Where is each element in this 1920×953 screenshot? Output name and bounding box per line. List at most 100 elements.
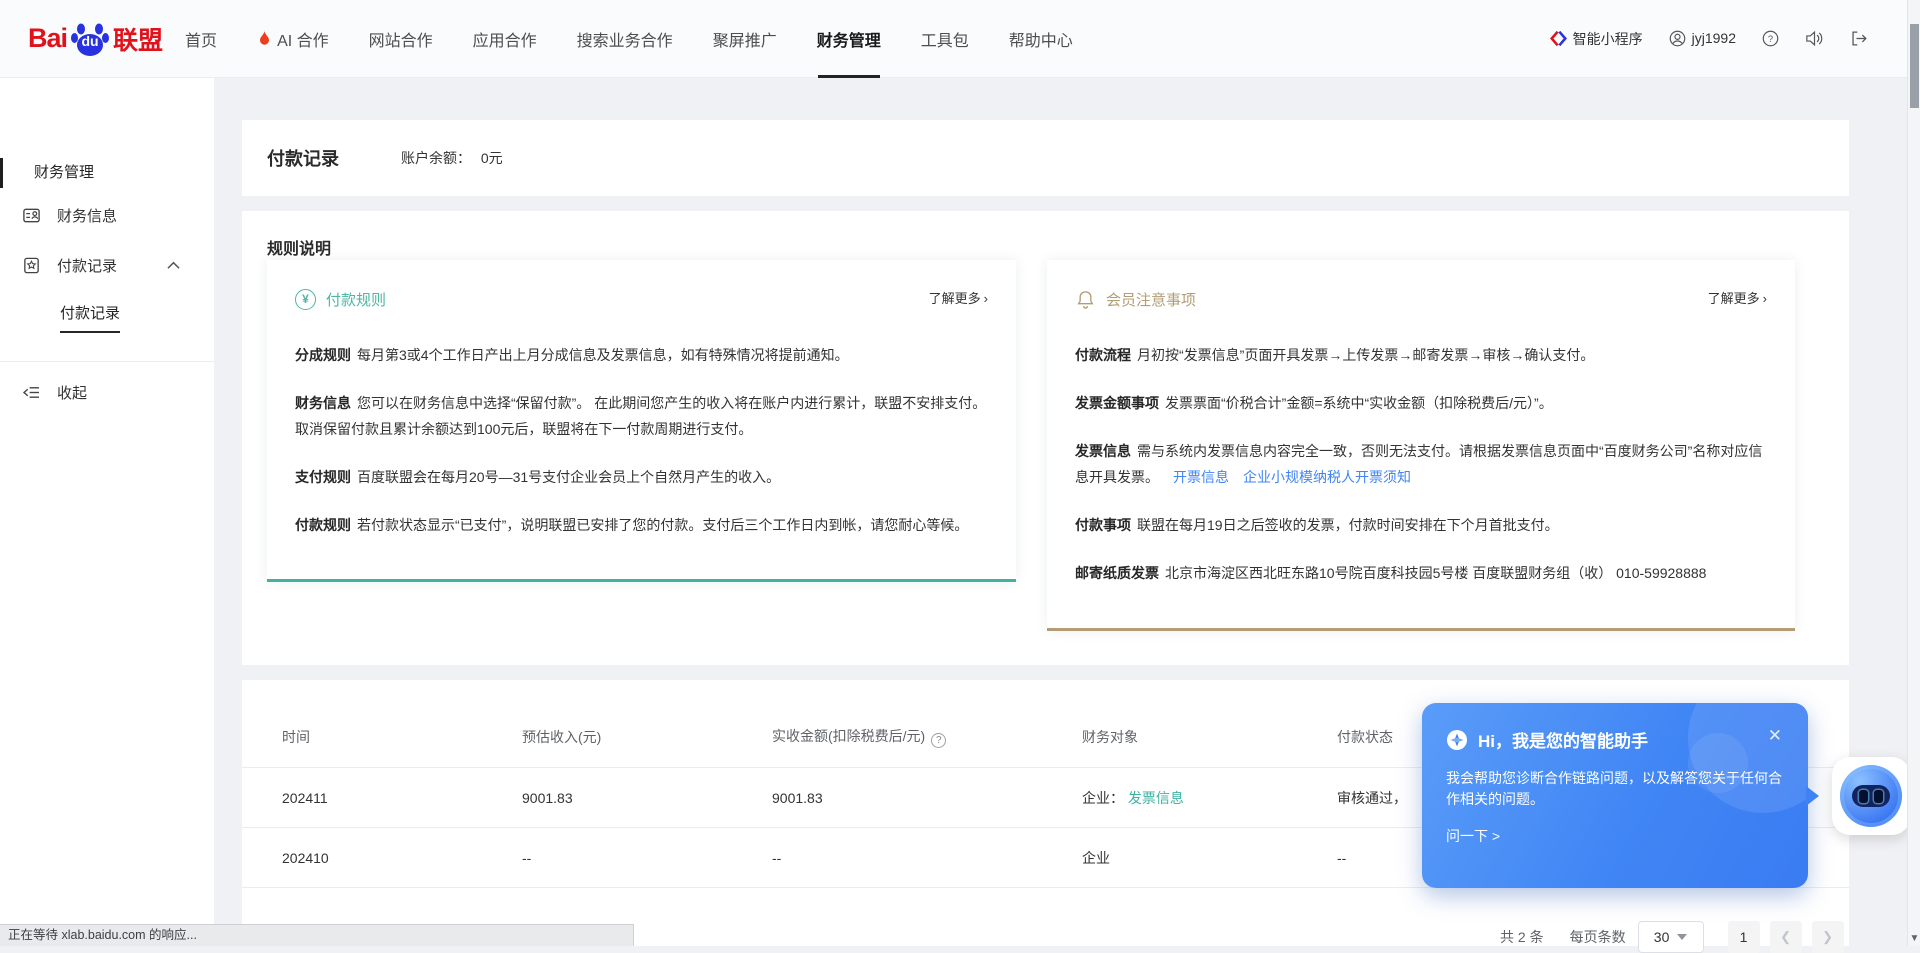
logo-bai-text: Bai [28,23,67,54]
top-navbar: Bai du 联盟 首页 AI 合作 网站合作 [0,0,1920,78]
page-title: 付款记录 [267,145,339,171]
baidu-paw-icon: du [70,19,110,59]
page-header-card: 付款记录 账户余额： 0元 [242,120,1849,196]
ask-now-link[interactable]: 问一下 > [1446,826,1784,846]
logout-icon[interactable] [1850,30,1868,47]
nav-item-search-business[interactable]: 搜索业务合作 [577,0,673,78]
member-notes-title: 会员注意事项 [1106,289,1196,310]
nav-item-app-cooperation[interactable]: 应用合作 [473,0,537,78]
member-notes-card: 会员注意事项 了解更多› 付款流程月初按“发票信息”页面开具发票→上传发票→邮寄… [1047,260,1795,631]
member-notes-more-link[interactable]: 了解更多› [1708,288,1767,307]
assistant-title: Hi，我是您的智能助手 [1478,727,1648,752]
nav-item-ai-cooperation[interactable]: AI 合作 [257,0,329,78]
sidebar-item-payment-records[interactable]: 付款记录 [0,242,214,288]
assistant-header: Hi，我是您的智能助手 ✕ [1446,727,1784,752]
caret-down-icon [1677,934,1687,940]
sidebar-subitem-payment-records[interactable]: 付款记录 [60,302,120,333]
sound-icon[interactable] [1805,30,1824,47]
payment-rules-header: ¥ 付款规则 [295,286,988,312]
sidebar: 财务管理 财务信息 付款记录 付款记录 [0,78,214,946]
browser-status-bar: 正在等待 xlab.baidu.com 的响应... [0,924,634,946]
member-notes-header: 会员注意事项 [1075,286,1767,312]
cell-finance-object: 企业 [1082,848,1337,868]
scrollbar-down-arrow[interactable]: ▼ [1908,933,1920,944]
nav-item-finance-management[interactable]: 财务管理 [817,0,881,78]
rule-paragraph: 分成规则每月第3或4个工作日产出上月分成信息及发票信息，如有特殊情况将提前通知。 [295,342,988,368]
nav-item-screen-promotion[interactable]: 聚屏推广 [713,0,777,78]
logo-du-text: du [81,33,98,49]
small-taxpayer-notice-link[interactable]: 企业小规模纳税人开票须知 [1243,469,1411,485]
assistant-popup-tail [1806,786,1819,806]
nav-item-toolkit[interactable]: 工具包 [921,0,969,78]
baidu-union-logo[interactable]: Bai du 联盟 [28,19,163,59]
invoice-info-link[interactable]: 开票信息 [1173,469,1229,485]
help-icon[interactable]: ? [1762,30,1779,47]
cell-estimated: -- [522,850,772,866]
balance-label: 账户余额： [401,150,471,166]
payment-rules-card: ¥ 付款规则 了解更多› 分成规则每月第3或4个工作日产出上月分成信息及发票信息… [267,260,1016,582]
payment-records-badge-icon [22,256,41,275]
col-header-finance-object: 财务对象 [1082,727,1337,747]
money-coin-icon: ¥ [295,289,316,310]
page-size-select[interactable]: 30 [1638,921,1704,953]
assistant-robot-button[interactable] [1832,757,1910,835]
nav-item-website-cooperation[interactable]: 网站合作 [369,0,433,78]
vertical-scrollbar[interactable]: ▼ [1907,0,1920,946]
sidebar-item-finance-info[interactable]: 财务信息 [0,192,214,238]
rules-section-card: 规则说明 ¥ 付款规则 了解更多› 分成规则每月第3或4个工作日产出上月分成信息… [242,211,1849,665]
help-circle-icon[interactable]: ? [931,733,946,748]
cell-actual: -- [772,850,1082,866]
chevron-right-icon: › [984,291,988,306]
svg-text:?: ? [1768,34,1773,44]
rules-section-title: 规则说明 [267,235,331,259]
rule-paragraph: 财务信息您可以在财务信息中选择“保留付款”。 在此期间您产生的收入将在账户内进行… [295,390,988,442]
sidebar-section-title: 财务管理 [0,158,214,188]
flame-icon [257,29,272,47]
finance-info-card-icon [22,206,41,225]
nav-item-help-center[interactable]: 帮助中心 [1009,0,1073,78]
smart-miniprogram-link[interactable]: 智能小程序 [1550,29,1643,49]
next-page-button[interactable]: ❯ [1812,921,1844,953]
cell-actual: 9001.83 [772,790,1082,806]
miniprogram-diamond-icon [1550,30,1567,48]
logo-union-text: 联盟 [113,21,163,57]
col-header-time: 时间 [282,727,522,747]
close-icon[interactable]: ✕ [1768,727,1782,744]
navbar-right: 智能小程序 jyj1992 ? [1550,29,1868,49]
member-notes-body: 付款流程月初按“发票信息”页面开具发票→上传发票→邮寄发票→审核→确认支付。 发… [1075,342,1767,586]
rule-paragraph: 支付规则百度联盟会在每月20号—31号支付企业会员上个自然月产生的收入。 [295,464,988,490]
per-page-label: 每页条数 [1570,927,1626,947]
nav-item-home[interactable]: 首页 [185,0,217,78]
rule-paragraph: 付款事项联盟在每月19日之后签收的发票，付款时间安排在下个月首批支付。 [1075,512,1767,538]
sidebar-divider [0,361,214,362]
user-account[interactable]: jyj1992 [1669,30,1736,48]
compass-icon [1446,729,1468,751]
col-header-estimated-income: 预估收入(元) [522,727,772,747]
username: jyj1992 [1692,30,1736,46]
total-count: 共 2 条 [1500,927,1544,947]
rule-paragraph: 发票金额事项发票票面“价税合计”金额=系统中“实收金额（扣除税费后/元）”。 [1075,390,1767,416]
chevron-right-icon: › [1763,291,1767,306]
rule-paragraph: 邮寄纸质发票北京市海淀区西北旺东路10号院百度科技园5号楼 百度联盟财务组（收）… [1075,560,1767,586]
scrollbar-thumb[interactable] [1910,24,1919,108]
cell-estimated: 9001.83 [522,790,772,806]
payment-rules-title: 付款规则 [326,289,386,310]
cell-time: 202411 [282,790,522,806]
rule-paragraph: 付款规则若付款状态显示“已支付”，说明联盟已安排了您的付款。支付后三个工作日内到… [295,512,988,538]
account-balance: 账户余额： 0元 [401,148,503,168]
col-header-actual-amount: 实收金额(扣除税费后/元)? [772,726,1082,748]
sidebar-collapse-button[interactable]: 收起 [0,368,214,416]
collapse-arrow-icon [22,384,41,401]
payment-rules-body: 分成规则每月第3或4个工作日产出上月分成信息及发票信息，如有特殊情况将提前通知。… [295,342,988,538]
page-number-1[interactable]: 1 [1728,921,1760,953]
user-icon [1669,30,1686,48]
cell-time: 202410 [282,850,522,866]
robot-face-icon [1840,765,1902,827]
bell-icon [1075,289,1096,310]
pagination: 共 2 条 每页条数 30 1 ❮ ❯ [1500,921,1844,953]
chevron-up-icon [167,257,180,274]
invoice-info-table-link[interactable]: 发票信息 [1128,790,1184,806]
balance-value: 0元 [481,150,503,166]
payment-rules-more-link[interactable]: 了解更多› [929,288,988,307]
prev-page-button[interactable]: ❮ [1770,921,1802,953]
